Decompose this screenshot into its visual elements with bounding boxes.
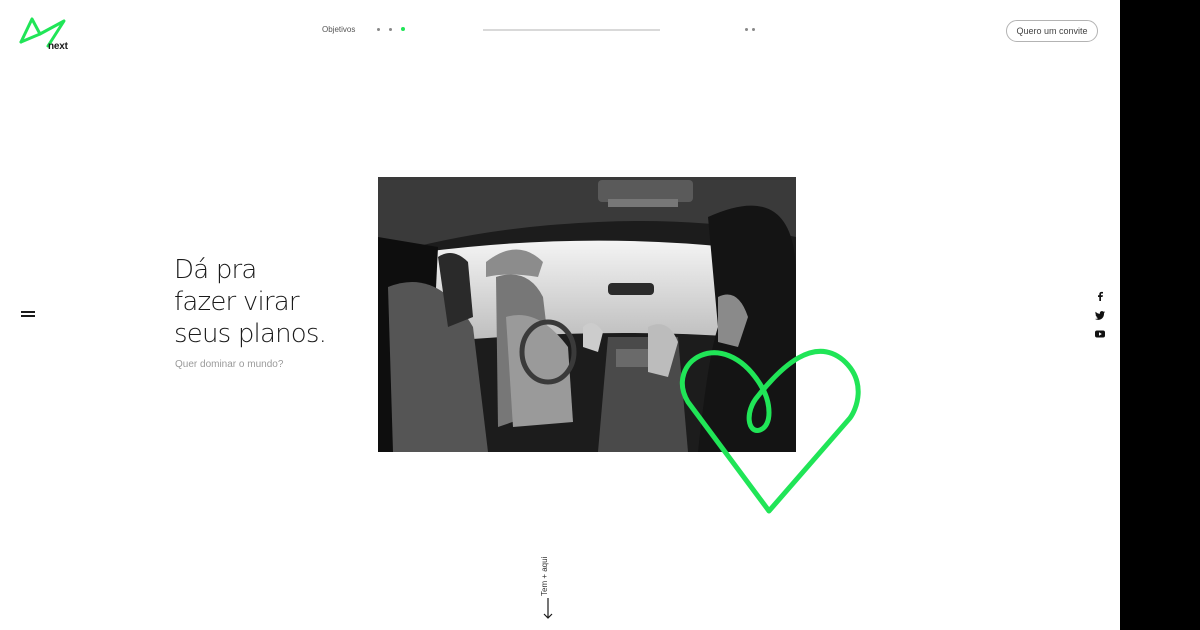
progress-dot-1[interactable] [377, 28, 380, 31]
hero-subhead: Quer dominar o mundo? [175, 359, 284, 370]
progress-dot-4[interactable] [745, 28, 748, 31]
brand-wordmark: next [48, 41, 68, 52]
heart-outline-icon [672, 338, 866, 518]
twitter-icon[interactable] [1095, 310, 1105, 320]
scroll-hint-label: Tem + aqui [540, 556, 549, 596]
youtube-icon[interactable] [1095, 329, 1105, 339]
brand-logo[interactable]: next [18, 14, 72, 54]
progress-dot-3-active[interactable] [401, 27, 405, 31]
headline-line-2: fazer virar [174, 287, 300, 317]
nav-section-label[interactable]: Objetivos [322, 25, 355, 34]
scroll-down-hint[interactable]: Tem + aqui [538, 546, 558, 626]
landing-page: next Objetivos Quero um convite Dá pra f… [0, 0, 1120, 630]
headline-line-1: Dá pra [174, 255, 257, 285]
menu-icon[interactable] [21, 311, 35, 318]
progress-dot-2[interactable] [389, 28, 392, 31]
progress-dot-5[interactable] [752, 28, 755, 31]
progress-track [483, 29, 660, 31]
headline-line-3: seus planos. [174, 319, 327, 349]
facebook-icon[interactable] [1095, 291, 1105, 301]
invite-button[interactable]: Quero um convite [1006, 20, 1098, 42]
arrow-down-icon [543, 598, 553, 619]
hero-headline: Dá pra fazer virar seus planos. [174, 254, 364, 350]
